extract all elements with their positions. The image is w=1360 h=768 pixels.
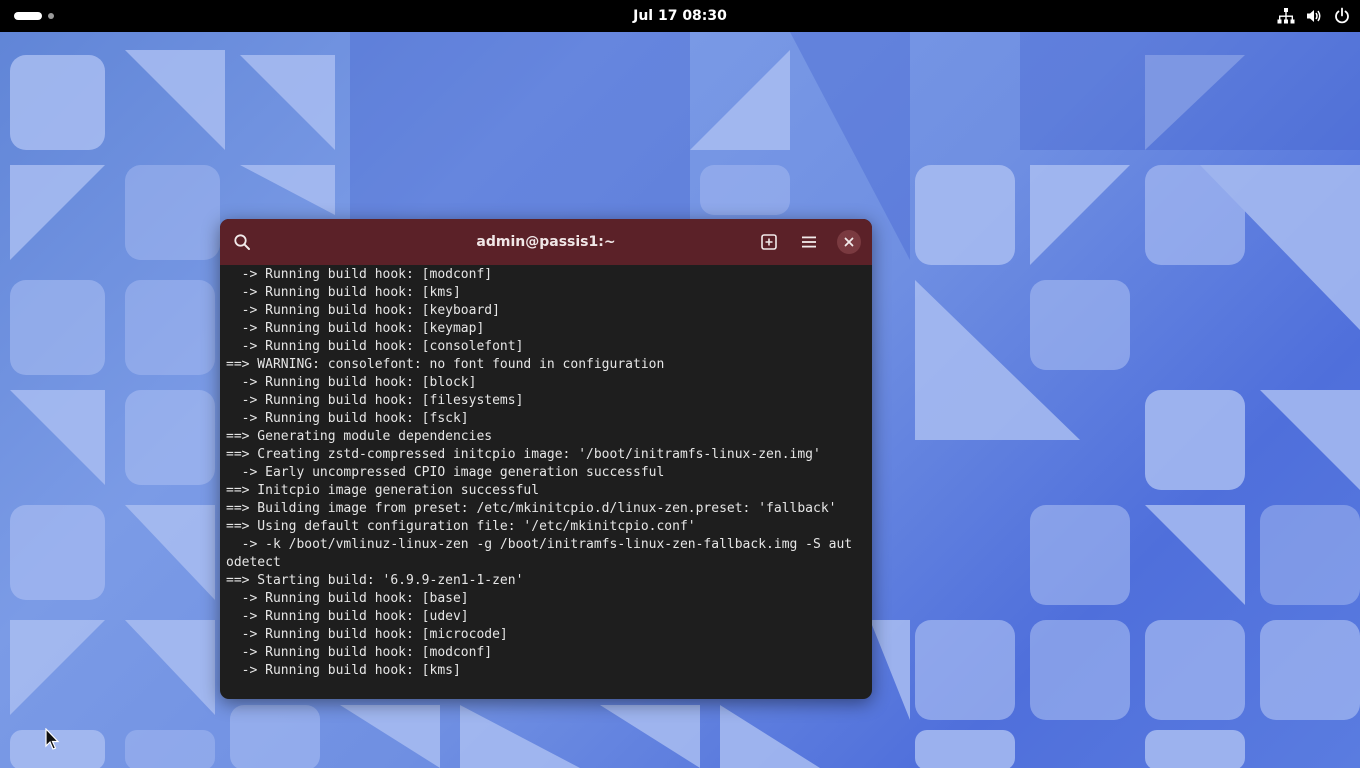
terminal-line: -> Running build hook: [kms] — [226, 285, 461, 300]
search-button[interactable] — [230, 230, 254, 254]
terminal-line: ==> Starting build: '6.9.9-zen1-1-zen' — [226, 573, 524, 588]
power-icon[interactable] — [1332, 6, 1352, 26]
terminal-line: -> Early uncompressed CPIO image generat… — [226, 465, 665, 480]
terminal-line: -> Running build hook: [modconf] — [226, 267, 493, 282]
mouse-cursor-icon — [45, 728, 60, 750]
terminal-header-bar[interactable]: admin@passis1:~ — [220, 219, 872, 265]
terminal-line: ==> WARNING: consolefont: no font found … — [226, 357, 665, 372]
terminal-line: ==> Using default configuration file: '/… — [226, 519, 696, 534]
top-bar: Jul 17 08:30 — [0, 0, 1360, 32]
terminal-output[interactable]: -> Running build hook: [modconf] -> Runn… — [226, 266, 868, 696]
terminal-line: odetect — [226, 555, 281, 570]
terminal-line: -> Running build hook: [keymap] — [226, 321, 485, 336]
terminal-line: -> Running build hook: [fsck] — [226, 411, 469, 426]
terminal-line: -> Running build hook: [base] — [226, 591, 469, 606]
workspace-indicator — [48, 13, 54, 19]
new-tab-icon — [761, 234, 777, 250]
terminal-line: ==> Initcpio image generation successful — [226, 483, 540, 498]
terminal-window[interactable]: admin@passis1:~ -> Running build hook: [… — [220, 219, 872, 699]
system-tray[interactable] — [1276, 6, 1352, 26]
workspace-indicator-active — [14, 12, 42, 20]
volume-icon[interactable] — [1304, 6, 1324, 26]
close-button[interactable] — [837, 230, 861, 254]
terminal-line: -> -k /boot/vmlinuz-linux-zen -g /boot/i… — [226, 537, 853, 552]
terminal-line: ==> Generating module dependencies — [226, 429, 493, 444]
terminal-line: -> Running build hook: [udev] — [226, 609, 469, 624]
terminal-line: ==> Building image from preset: /etc/mki… — [226, 501, 837, 516]
terminal-line: ==> Creating zstd-compressed initcpio im… — [226, 447, 821, 462]
desktop: Jul 17 08:30 admin@passis1:~ -> Running … — [0, 0, 1360, 768]
clock[interactable]: Jul 17 08:30 — [0, 0, 1360, 32]
terminal-line: -> Running build hook: [keyboard] — [226, 303, 500, 318]
terminal-line: -> Running build hook: [kms] — [226, 663, 461, 678]
search-icon — [234, 234, 250, 250]
network-icon[interactable] — [1276, 6, 1296, 26]
terminal-line: -> Running build hook: [block] — [226, 375, 477, 390]
menu-icon — [802, 236, 816, 248]
terminal-line: -> Running build hook: [consolefont] — [226, 339, 524, 354]
terminal-line: -> Running build hook: [microcode] — [226, 627, 508, 642]
terminal-line: -> Running build hook: [modconf] — [226, 645, 493, 660]
close-icon — [844, 237, 854, 247]
new-tab-button[interactable] — [757, 230, 781, 254]
activities-button[interactable] — [14, 10, 54, 22]
main-menu-button[interactable] — [797, 230, 821, 254]
terminal-line: -> Running build hook: [filesystems] — [226, 393, 524, 408]
